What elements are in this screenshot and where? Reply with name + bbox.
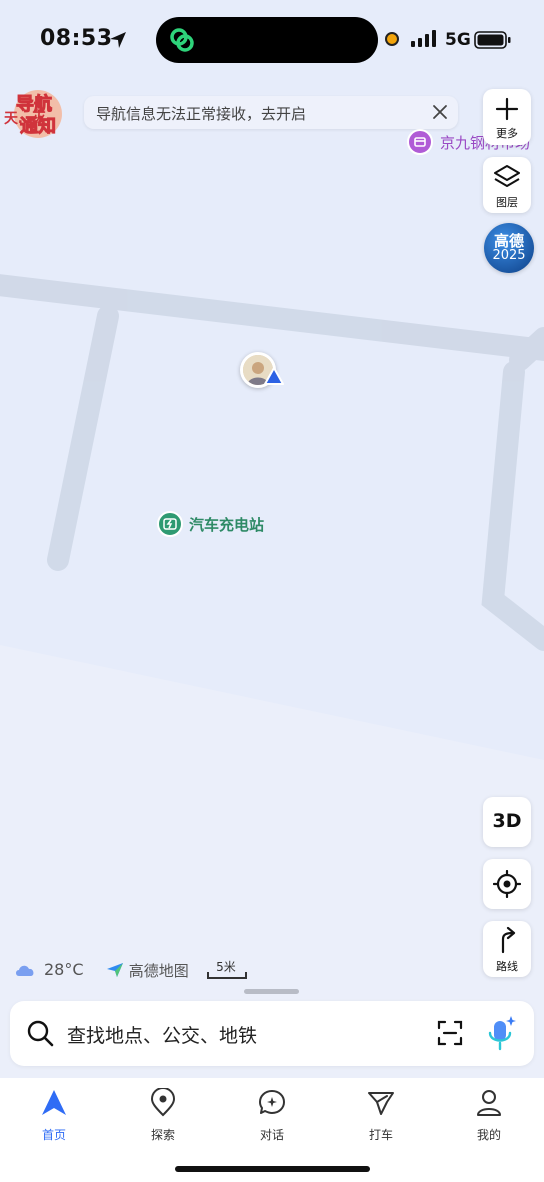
3d-label: 3D bbox=[492, 810, 522, 832]
status-bar: 08:53 5G bbox=[0, 0, 544, 80]
home-indicator[interactable] bbox=[175, 1166, 370, 1172]
more-button[interactable]: 更多 bbox=[483, 89, 531, 145]
tab-home[interactable]: 首页 bbox=[14, 1086, 94, 1146]
shop-icon bbox=[407, 129, 433, 155]
layers-label: 图层 bbox=[496, 196, 518, 209]
map-pin-icon bbox=[150, 1088, 176, 1117]
network-type: 5G bbox=[445, 30, 471, 50]
battery-icon bbox=[474, 31, 511, 49]
voice-assistant-icon[interactable] bbox=[485, 1015, 517, 1053]
layers-button[interactable]: 图层 bbox=[483, 157, 531, 213]
temperature: 28°C bbox=[44, 960, 84, 979]
cloud-icon bbox=[16, 965, 34, 976]
promo-line2: 通知 bbox=[20, 116, 57, 138]
clock: 08:53 bbox=[40, 26, 113, 51]
tab-mine[interactable]: 我的 bbox=[449, 1086, 529, 1146]
search-icon bbox=[27, 1020, 54, 1047]
layers-icon bbox=[494, 165, 520, 187]
tab-taxi[interactable]: 打车 bbox=[341, 1086, 421, 1146]
drawer-handle[interactable] bbox=[244, 989, 299, 994]
poi-charging-label: 汽车充电站 bbox=[189, 516, 265, 534]
3d-button[interactable]: 3D bbox=[483, 797, 531, 847]
locate-button[interactable] bbox=[483, 859, 531, 909]
amap-logo-icon bbox=[107, 963, 123, 977]
scan-icon[interactable] bbox=[437, 1020, 463, 1046]
heading-arrow-icon bbox=[264, 367, 284, 385]
search-bar[interactable]: 查找地点、公交、地铁 bbox=[10, 1001, 534, 1066]
map-roads bbox=[0, 0, 544, 1078]
close-icon[interactable] bbox=[430, 102, 450, 122]
tab-chat[interactable]: 对话 bbox=[232, 1086, 312, 1146]
tab-chat-label: 对话 bbox=[259, 1128, 284, 1142]
tab-explore[interactable]: 探索 bbox=[123, 1086, 203, 1146]
chat-bubble-icon bbox=[259, 1090, 285, 1114]
plus-icon bbox=[495, 97, 519, 121]
promo-badge[interactable]: 天…灭 导航 通知 bbox=[4, 88, 88, 140]
badge-line2: 2025 bbox=[492, 248, 526, 263]
signal-icon bbox=[411, 30, 436, 47]
recording-dot-icon bbox=[385, 32, 399, 46]
location-arrow-icon bbox=[110, 32, 126, 48]
navigation-notice-banner[interactable]: 导航信息无法正常接收，去开启 bbox=[84, 96, 458, 129]
tab-explore-label: 探索 bbox=[150, 1128, 175, 1142]
amap-2025-badge[interactable]: 高德 2025 bbox=[484, 223, 534, 273]
charging-icon bbox=[157, 511, 183, 537]
tab-mine-label: 我的 bbox=[476, 1128, 501, 1142]
more-label: 更多 bbox=[496, 127, 518, 140]
search-placeholder: 查找地点、公交、地铁 bbox=[67, 1025, 258, 1047]
link-app-icon bbox=[170, 28, 194, 52]
notice-text: 导航信息无法正常接收，去开启 bbox=[96, 105, 307, 123]
logo-text: 高德地图 bbox=[128, 962, 189, 980]
route-label: 路线 bbox=[496, 960, 518, 973]
route-fork-icon bbox=[501, 926, 516, 954]
scale-bar bbox=[207, 972, 247, 979]
user-icon bbox=[477, 1090, 501, 1116]
map-canvas[interactable] bbox=[0, 0, 544, 1078]
taxi-icon bbox=[368, 1092, 394, 1115]
crosshair-icon bbox=[493, 870, 521, 898]
tab-taxi-label: 打车 bbox=[368, 1128, 393, 1142]
tab-home-label: 首页 bbox=[41, 1128, 66, 1142]
amap-logo: 高德地图 bbox=[106, 960, 189, 981]
route-button[interactable]: 路线 bbox=[483, 921, 531, 977]
navigation-arrow-icon bbox=[42, 1090, 66, 1115]
